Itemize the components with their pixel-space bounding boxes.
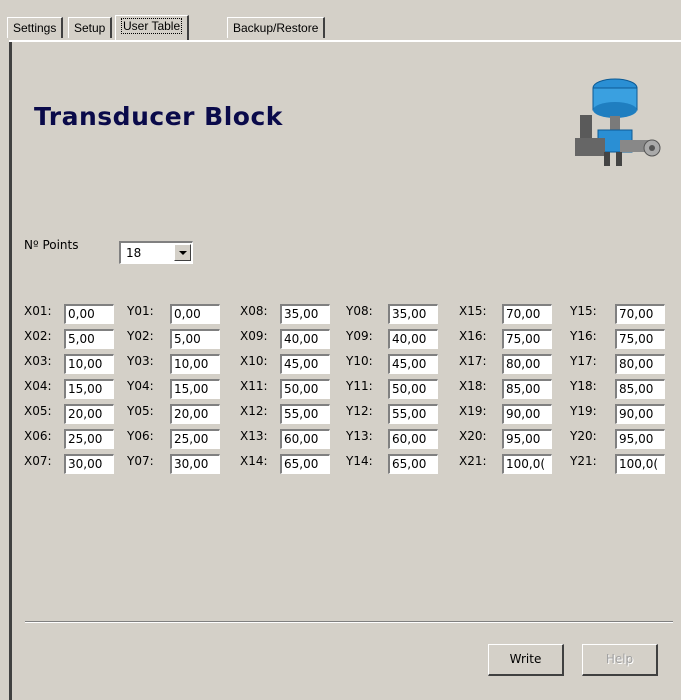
tab-settings[interactable]: Settings — [7, 17, 64, 38]
point-value-input[interactable]: 40,00 — [280, 329, 330, 349]
points-value: 18 — [126, 246, 142, 260]
help-button[interactable]: Help — [582, 644, 658, 676]
point-value-input[interactable]: 15,00 — [64, 379, 114, 399]
point-value-input[interactable]: 65,00 — [280, 454, 330, 474]
point-label: Y02: — [127, 329, 154, 343]
point-label: Y04: — [127, 379, 154, 393]
point-value-input[interactable]: 75,00 — [615, 329, 665, 349]
point-value-input[interactable]: 20,00 — [64, 404, 114, 424]
point-label: Y10: — [346, 354, 373, 368]
point-label: Y09: — [346, 329, 373, 343]
point-value-input[interactable]: 0,00 — [64, 304, 114, 324]
point-value-input[interactable]: 25,00 — [64, 429, 114, 449]
point-label: Y14: — [346, 454, 373, 468]
point-label: X17: — [459, 354, 487, 368]
point-value-input[interactable]: 30,00 — [170, 454, 220, 474]
panel-border — [9, 42, 12, 700]
point-label: X07: — [24, 454, 52, 468]
point-value-input[interactable]: 40,00 — [388, 329, 438, 349]
point-label: X20: — [459, 429, 487, 443]
point-value-input[interactable]: 85,00 — [615, 379, 665, 399]
point-value-input[interactable]: 95,00 — [502, 429, 552, 449]
point-label: Y05: — [127, 404, 154, 418]
point-value-input[interactable]: 80,00 — [615, 354, 665, 374]
point-value-input[interactable]: 60,00 — [388, 429, 438, 449]
point-label: X15: — [459, 304, 487, 318]
point-label: X03: — [24, 354, 52, 368]
valve-positioner-icon — [575, 78, 661, 166]
points-label: Nº Points — [24, 238, 79, 252]
point-value-input[interactable]: 85,00 — [502, 379, 552, 399]
point-label: Y06: — [127, 429, 154, 443]
point-label: Y01: — [127, 304, 154, 318]
point-label: X05: — [24, 404, 52, 418]
point-value-input[interactable]: 0,00 — [170, 304, 220, 324]
point-value-input[interactable]: 45,00 — [388, 354, 438, 374]
point-value-input[interactable]: 55,00 — [388, 404, 438, 424]
point-value-input[interactable]: 5,00 — [64, 329, 114, 349]
page-title: Transducer Block — [34, 102, 283, 131]
point-value-input[interactable]: 70,00 — [615, 304, 665, 324]
point-label: Y12: — [346, 404, 373, 418]
point-label: X06: — [24, 429, 52, 443]
divider — [25, 621, 673, 623]
point-label: X01: — [24, 304, 52, 318]
point-value-input[interactable]: 75,00 — [502, 329, 552, 349]
point-label: X18: — [459, 379, 487, 393]
point-value-input[interactable]: 55,00 — [280, 404, 330, 424]
point-label: X12: — [240, 404, 268, 418]
point-label: X14: — [240, 454, 268, 468]
point-value-input[interactable]: 15,00 — [170, 379, 220, 399]
point-label: X13: — [240, 429, 268, 443]
point-label: Y20: — [570, 429, 597, 443]
point-value-input[interactable]: 90,00 — [615, 404, 665, 424]
tab-backup-restore[interactable]: Backup/Restore — [227, 17, 326, 38]
point-value-input[interactable]: 70,00 — [502, 304, 552, 324]
point-value-input[interactable]: 50,00 — [280, 379, 330, 399]
point-label: X09: — [240, 329, 268, 343]
point-value-input[interactable]: 90,00 — [502, 404, 552, 424]
point-value-input[interactable]: 30,00 — [64, 454, 114, 474]
point-value-input[interactable]: 80,00 — [502, 354, 552, 374]
point-value-input[interactable]: 65,00 — [388, 454, 438, 474]
point-label: X11: — [240, 379, 268, 393]
point-label: Y16: — [570, 329, 597, 343]
chevron-down-icon[interactable] — [174, 244, 191, 261]
point-value-input[interactable]: 50,00 — [388, 379, 438, 399]
point-value-input[interactable]: 60,00 — [280, 429, 330, 449]
point-value-input[interactable]: 95,00 — [615, 429, 665, 449]
point-value-input[interactable]: 100,0( — [615, 454, 665, 474]
point-label: Y03: — [127, 354, 154, 368]
point-label: Y13: — [346, 429, 373, 443]
point-value-input[interactable]: 35,00 — [388, 304, 438, 324]
point-label: Y21: — [570, 454, 597, 468]
point-label: X04: — [24, 379, 52, 393]
point-value-input[interactable]: 35,00 — [280, 304, 330, 324]
point-value-input[interactable]: 25,00 — [170, 429, 220, 449]
tab-setup[interactable]: Setup — [68, 17, 113, 38]
point-value-input[interactable]: 10,00 — [64, 354, 114, 374]
tab-user-table-label: User Table — [121, 18, 183, 34]
point-label: Y17: — [570, 354, 597, 368]
point-label: Y19: — [570, 404, 597, 418]
point-label: Y11: — [346, 379, 373, 393]
point-value-input[interactable]: 45,00 — [280, 354, 330, 374]
point-label: X10: — [240, 354, 268, 368]
point-label: X16: — [459, 329, 487, 343]
point-value-input[interactable]: 10,00 — [170, 354, 220, 374]
points-select[interactable]: 18 — [119, 241, 193, 264]
point-label: Y15: — [570, 304, 597, 318]
point-label: X21: — [459, 454, 487, 468]
point-label: Y08: — [346, 304, 373, 318]
point-label: X02: — [24, 329, 52, 343]
point-value-input[interactable]: 5,00 — [170, 329, 220, 349]
tab-user-table[interactable]: User Table — [115, 15, 190, 40]
point-label: Y07: — [127, 454, 154, 468]
point-value-input[interactable]: 20,00 — [170, 404, 220, 424]
point-label: X08: — [240, 304, 268, 318]
point-label: Y18: — [570, 379, 597, 393]
write-button[interactable]: Write — [488, 644, 564, 676]
point-value-input[interactable]: 100,0( — [502, 454, 552, 474]
point-label: X19: — [459, 404, 487, 418]
